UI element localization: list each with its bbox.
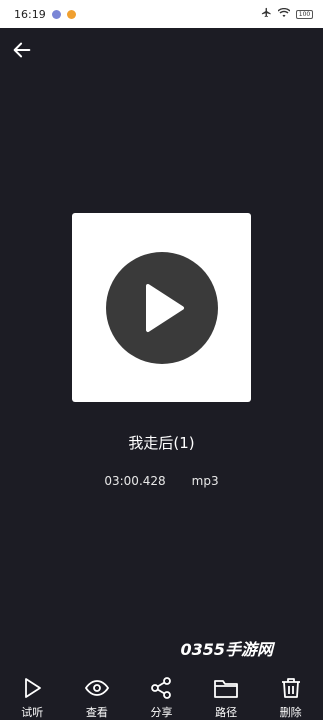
share-icon: [151, 677, 172, 699]
share-label: 分享: [150, 706, 173, 719]
back-button[interactable]: [8, 36, 36, 64]
bottom-toolbar: 试听 查看 分享 路径 删除: [0, 670, 323, 720]
path-button[interactable]: 路径: [194, 670, 259, 720]
view-label: 查看: [85, 706, 108, 719]
watermark: 0355手游网: [180, 640, 273, 659]
track-meta: 03:00.428 mp3: [0, 474, 323, 488]
share-button[interactable]: 分享: [129, 670, 194, 720]
track-duration: 03:00.428: [104, 474, 166, 488]
trash-icon: [281, 678, 300, 698]
play-disc[interactable]: [105, 251, 218, 364]
status-time: 16:19: [14, 7, 46, 21]
app-notification-icon: [66, 9, 76, 19]
eye-icon: [84, 680, 109, 696]
wifi-icon: [277, 7, 291, 21]
track-title: 我走后(1): [128, 434, 195, 452]
battery-icon: 100: [296, 9, 313, 19]
listen-label: 试听: [21, 706, 44, 719]
notification-icon: [51, 9, 61, 19]
path-label: 路径: [215, 706, 238, 719]
track-format: mp3: [191, 474, 219, 488]
folder-icon: [214, 680, 238, 698]
album-cover[interactable]: [72, 213, 251, 402]
airplane-icon: [261, 7, 272, 21]
status-bar: 16:19 100: [0, 0, 323, 28]
view-button[interactable]: 查看: [65, 670, 130, 720]
delete-button[interactable]: 删除: [258, 670, 323, 720]
arrow-left-icon: [13, 42, 31, 58]
delete-label: 删除: [279, 706, 302, 719]
play-icon: [145, 283, 184, 332]
listen-button[interactable]: 试听: [0, 670, 65, 720]
play-icon: [25, 678, 42, 698]
